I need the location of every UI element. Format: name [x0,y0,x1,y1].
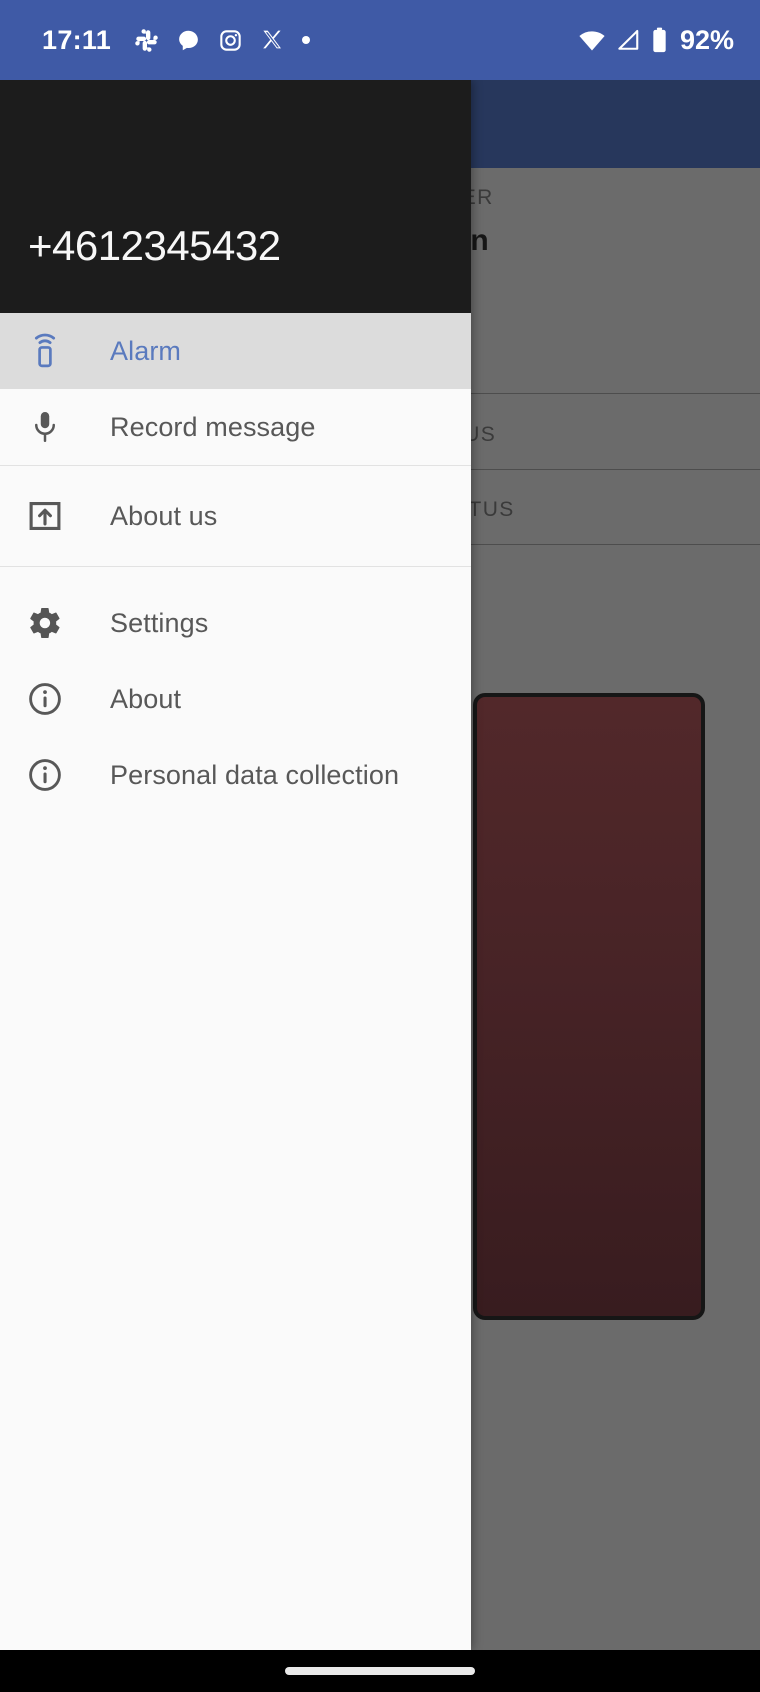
slack-icon [134,28,159,53]
background-red-card [473,693,705,1320]
menu-item-record-message[interactable]: Record message [0,389,471,465]
x-icon [260,28,284,52]
navigation-drawer: +4612345432 Alarm Record message About u… [0,80,471,1650]
system-navigation-bar [0,1650,760,1692]
menu-group-about-us: About us [0,466,471,566]
menu-item-alarm-label: Alarm [110,335,182,366]
menu-item-alarm[interactable]: Alarm [0,313,471,389]
cellular-signal-icon [616,28,641,52]
menu-group-primary: Alarm Record message [0,313,471,465]
dot-icon [301,35,311,45]
drawer-header: +4612345432 [0,80,471,313]
instagram-icon [218,28,243,53]
menu-group-secondary: Settings About Personal data collection [0,567,471,813]
open-in-new-icon [25,496,65,536]
phone-screen: GER on TUS TATUS +4612345432 Alarm [0,0,760,1692]
drawer-phone-number: +4612345432 [28,222,281,269]
status-bar-left: 17:11 [42,25,578,56]
menu-item-about-label: About [110,683,182,714]
menu-item-record-message-label: Record message [110,411,316,442]
status-bar-right: 92% [578,25,734,56]
menu-item-personal-data-collection[interactable]: Personal data collection [0,737,471,813]
home-indicator-pill[interactable] [285,1667,475,1675]
menu-item-settings-label: Settings [110,607,209,638]
menu-item-about-us[interactable]: About us [0,466,471,566]
microphone-icon [25,407,65,447]
status-bar-clock: 17:11 [42,24,112,55]
battery-icon [651,27,668,53]
info-circle-icon [25,679,65,719]
remote-signal-icon [25,331,65,371]
menu-item-about-us-label: About us [110,500,218,531]
wifi-icon [578,28,606,52]
menu-item-settings[interactable]: Settings [0,585,471,661]
message-icon [176,28,201,53]
battery-percentage: 92% [679,24,734,55]
menu-item-personal-data-collection-label: Personal data collection [110,759,400,790]
gear-icon [25,603,65,643]
info-circle-icon [25,755,65,795]
status-bar: 17:11 92% [0,0,760,80]
menu-item-about[interactable]: About [0,661,471,737]
